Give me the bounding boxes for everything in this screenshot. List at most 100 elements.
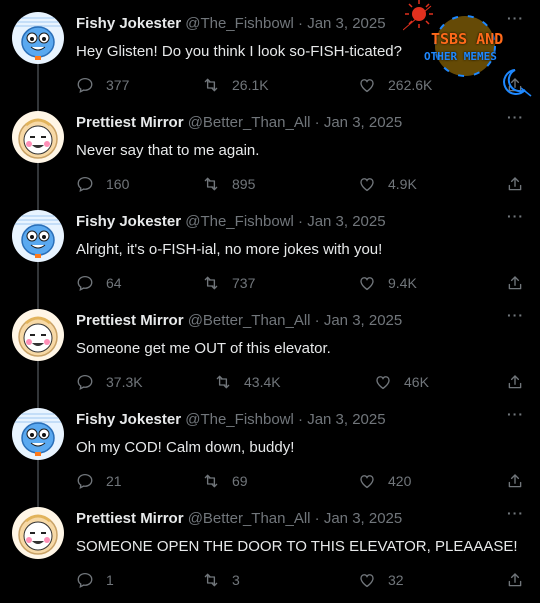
reply-button[interactable]: 37.3K bbox=[76, 373, 143, 391]
author-handle[interactable]: @Better_Than_All bbox=[188, 312, 311, 329]
author-handle[interactable]: @The_Fishbowl bbox=[185, 15, 294, 32]
tweet[interactable]: Prettiest Mirror @Better_Than_All · Jan … bbox=[0, 99, 540, 197]
more-options-icon[interactable]: ··· bbox=[507, 109, 524, 125]
avatar-fishy[interactable] bbox=[12, 408, 64, 460]
tweet-header: Prettiest Mirror @Better_Than_All · Jan … bbox=[76, 509, 500, 529]
like-button[interactable]: 420 bbox=[358, 472, 411, 490]
retweet-icon bbox=[202, 472, 220, 490]
retweet-button[interactable]: 69 bbox=[202, 472, 248, 490]
reply-icon bbox=[76, 274, 94, 292]
reply-button[interactable]: 377 bbox=[76, 76, 129, 94]
reply-count: 1 bbox=[106, 572, 114, 588]
heart-icon bbox=[358, 175, 376, 193]
separator-dot: · bbox=[298, 15, 304, 32]
reply-icon bbox=[76, 472, 94, 490]
like-count: 420 bbox=[388, 473, 412, 489]
avatar-fishy[interactable] bbox=[12, 12, 64, 64]
retweet-count: 26.1K bbox=[232, 77, 269, 93]
like-count: 9.4K bbox=[388, 275, 417, 291]
retweet-button[interactable]: 26.1K bbox=[202, 76, 269, 94]
more-options-icon[interactable]: ··· bbox=[507, 505, 524, 521]
tweet-actions: 64 737 9.4K bbox=[76, 274, 524, 294]
tweet[interactable]: Fishy Jokester @The_Fishbowl · Jan 3, 20… bbox=[0, 396, 540, 494]
like-button[interactable]: 32 bbox=[358, 571, 404, 589]
avatar-mirror[interactable] bbox=[12, 111, 64, 163]
tweet-header: Prettiest Mirror @Better_Than_All · Jan … bbox=[76, 113, 500, 133]
reply-icon bbox=[76, 175, 94, 193]
author-name[interactable]: Prettiest Mirror bbox=[76, 114, 184, 131]
heart-icon bbox=[374, 373, 392, 391]
tweet-actions: 1 3 32 bbox=[76, 571, 524, 591]
tweet-date[interactable]: Jan 3, 2025 bbox=[307, 15, 385, 32]
author-name[interactable]: Fishy Jokester bbox=[76, 411, 181, 428]
more-options-icon[interactable]: ··· bbox=[507, 307, 524, 323]
separator-dot: · bbox=[298, 213, 304, 230]
tweet-date[interactable]: Jan 3, 2025 bbox=[307, 411, 385, 428]
more-options-icon[interactable]: ··· bbox=[507, 208, 524, 224]
tweet[interactable]: Fishy Jokester @The_Fishbowl · Jan 3, 20… bbox=[0, 198, 540, 296]
avatar-mirror[interactable] bbox=[12, 309, 64, 361]
like-button[interactable]: 4.9K bbox=[358, 175, 417, 193]
separator-dot: · bbox=[298, 411, 304, 428]
tweet-date[interactable]: Jan 3, 2025 bbox=[324, 114, 402, 131]
share-button[interactable] bbox=[506, 373, 524, 391]
retweet-button[interactable]: 737 bbox=[202, 274, 255, 292]
tweet[interactable]: Prettiest Mirror @Better_Than_All · Jan … bbox=[0, 297, 540, 395]
tweet-text: Oh my COD! Calm down, buddy! bbox=[76, 439, 295, 456]
share-button[interactable] bbox=[506, 472, 524, 490]
share-button[interactable] bbox=[506, 175, 524, 193]
retweet-button[interactable]: 3 bbox=[202, 571, 240, 589]
like-count: 32 bbox=[388, 572, 404, 588]
author-name[interactable]: Prettiest Mirror bbox=[76, 510, 184, 527]
tweet-date[interactable]: Jan 3, 2025 bbox=[324, 312, 402, 329]
separator-dot: · bbox=[314, 510, 320, 527]
watermark-subtitle: OTHER MEMES bbox=[424, 50, 497, 63]
like-button[interactable]: 9.4K bbox=[358, 274, 417, 292]
tweet-text: Alright, it's o-FISH-ial, no more jokes … bbox=[76, 241, 383, 258]
retweet-count: 737 bbox=[232, 275, 256, 291]
author-handle[interactable]: @The_Fishbowl bbox=[185, 213, 294, 230]
reply-count: 37.3K bbox=[106, 374, 143, 390]
retweet-button[interactable]: 43.4K bbox=[214, 373, 281, 391]
share-icon bbox=[506, 175, 524, 193]
like-button[interactable]: 46K bbox=[374, 373, 429, 391]
author-handle[interactable]: @Better_Than_All bbox=[188, 114, 311, 131]
reply-icon bbox=[76, 571, 94, 589]
author-name[interactable]: Fishy Jokester bbox=[76, 15, 181, 32]
retweet-count: 69 bbox=[232, 473, 248, 489]
tweet-header: Prettiest Mirror @Better_Than_All · Jan … bbox=[76, 311, 500, 331]
like-count: 4.9K bbox=[388, 176, 417, 192]
avatar-fishy[interactable] bbox=[12, 210, 64, 262]
reply-button[interactable]: 21 bbox=[76, 472, 122, 490]
author-handle[interactable]: @The_Fishbowl bbox=[185, 411, 294, 428]
mirror-face-icon bbox=[12, 111, 64, 163]
heart-icon bbox=[358, 76, 376, 94]
share-icon bbox=[506, 373, 524, 391]
more-options-icon[interactable]: ··· bbox=[507, 406, 524, 422]
author-handle[interactable]: @Better_Than_All bbox=[188, 510, 311, 527]
reply-button[interactable]: 1 bbox=[76, 571, 114, 589]
retweet-icon bbox=[202, 175, 220, 193]
tweet-date[interactable]: Jan 3, 2025 bbox=[324, 510, 402, 527]
tweet[interactable]: Prettiest Mirror @Better_Than_All · Jan … bbox=[0, 495, 540, 593]
heart-icon bbox=[358, 274, 376, 292]
fish-face-icon bbox=[12, 408, 64, 460]
share-icon bbox=[506, 571, 524, 589]
retweet-button[interactable]: 895 bbox=[202, 175, 255, 193]
share-button[interactable] bbox=[506, 571, 524, 589]
retweet-count: 3 bbox=[232, 572, 240, 588]
heart-icon bbox=[358, 571, 376, 589]
reply-button[interactable]: 64 bbox=[76, 274, 122, 292]
share-button[interactable] bbox=[506, 274, 524, 292]
avatar-mirror[interactable] bbox=[12, 507, 64, 559]
author-name[interactable]: Fishy Jokester bbox=[76, 213, 181, 230]
author-name[interactable]: Prettiest Mirror bbox=[76, 312, 184, 329]
tweet-text: SOMEONE OPEN THE DOOR TO THIS ELEVATOR, … bbox=[76, 538, 518, 555]
reply-button[interactable]: 160 bbox=[76, 175, 129, 193]
tweet-actions: 21 69 420 bbox=[76, 472, 524, 492]
reply-icon bbox=[76, 76, 94, 94]
mirror-face-icon bbox=[12, 309, 64, 361]
retweet-icon bbox=[214, 373, 232, 391]
tweet-date[interactable]: Jan 3, 2025 bbox=[307, 213, 385, 230]
reply-count: 64 bbox=[106, 275, 122, 291]
